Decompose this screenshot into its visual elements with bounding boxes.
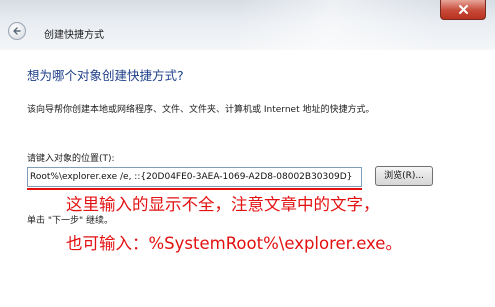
title-bar-glass (240, 0, 440, 50)
browse-button[interactable]: 浏览(R)... (375, 166, 433, 186)
create-shortcut-window: 创建快捷方式 想为哪个对象创建快捷方式? 该向导帮你创建本地或网络程序、文件、文… (0, 0, 495, 307)
window-title: 创建快捷方式 (44, 30, 104, 41)
close-icon (458, 5, 468, 14)
back-button[interactable] (8, 22, 26, 40)
wizard-heading: 想为哪个对象创建快捷方式? (27, 68, 184, 83)
back-arrow-icon (13, 27, 21, 35)
title-bar: 创建快捷方式 (0, 0, 495, 50)
annotation-line-2: 也可输入：%SystemRoot%\explorer.exe。 (66, 234, 402, 253)
annotation-line-1: 这里输入的显示不全，注意文章中的文字， (66, 195, 380, 214)
next-hint: 单击 "下一步" 继续。 (27, 216, 114, 226)
wizard-description: 该向导帮你创建本地或网络程序、文件、文件夹、计算机或 Internet 地址的快… (27, 105, 375, 115)
annotation-underline (27, 188, 362, 190)
location-label: 请键入对象的位置(T): (27, 154, 115, 164)
wizard-content: 想为哪个对象创建快捷方式? 该向导帮你创建本地或网络程序、文件、文件夹、计算机或… (0, 50, 495, 307)
location-input[interactable]: Root%\explorer.exe /e, ::{20D04FE0-3AEA-… (27, 167, 362, 187)
close-button[interactable] (440, 0, 486, 20)
